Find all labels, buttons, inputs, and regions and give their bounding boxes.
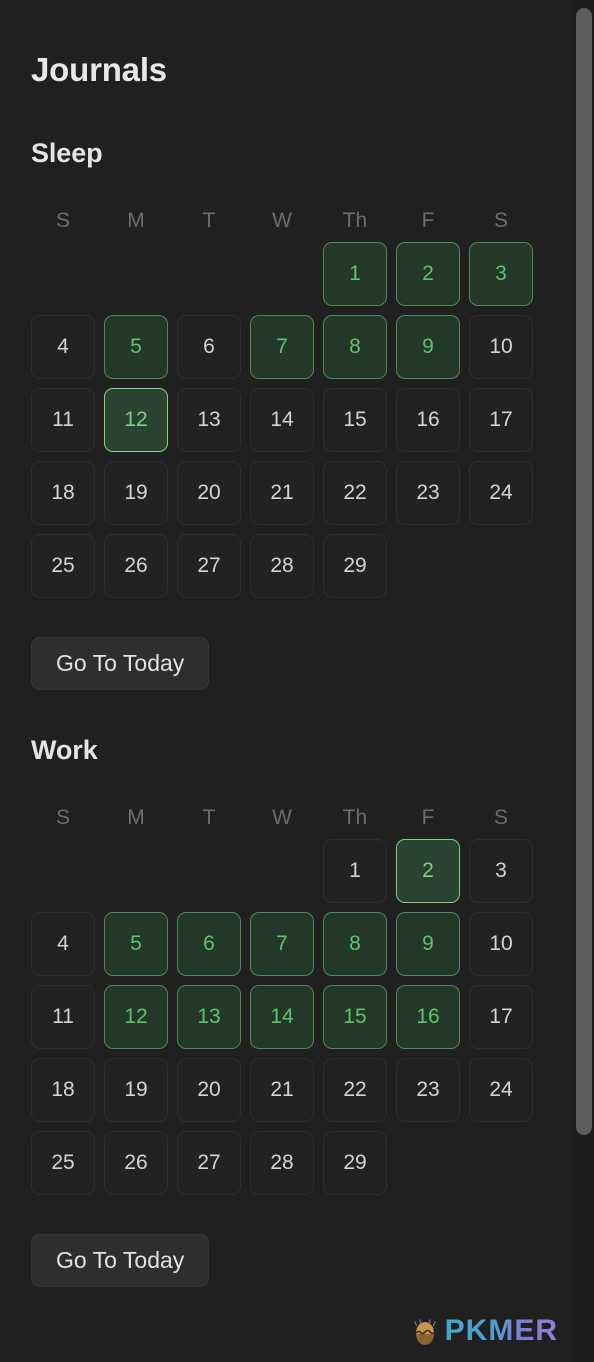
calendar-day-cell[interactable]: 22 [323,460,387,525]
journal-section-sleep: Sleep S M T W Th F S 1 2 3 4 5 6 7 8 9 10 11 12 13 14 15 16 17 18… [31,139,594,690]
calendar-day-cell[interactable]: 9 [396,911,460,976]
calendar-day-cell[interactable]: 13 [177,984,241,1049]
section-title-sleep: Sleep [31,138,103,169]
calendar-day-cell[interactable]: 21 [250,1057,314,1122]
calendar-day-cell[interactable]: 23 [396,460,460,525]
calendar-weekday-header: Th [342,208,368,232]
calendar-day-cell[interactable]: 14 [250,387,314,452]
page-title: Journals [31,51,167,88]
scrollbar-thumb[interactable] [576,8,592,1135]
calendar-empty-cell [104,242,168,306]
calendar-weekday-header: W [272,208,292,232]
calendar-empty-cell [31,839,95,903]
calendar-day-cell[interactable]: 26 [104,1130,168,1195]
calendar-day-cell[interactable]: 4 [31,911,95,976]
calendar-day-cell[interactable]: 25 [31,1130,95,1195]
calendar-day-cell[interactable]: 21 [250,460,314,525]
calendar-day-cell[interactable]: 2 [396,838,460,903]
calendar-empty-cell [250,242,314,306]
calendar-weekday-header: Th [342,805,368,829]
calendar-day-cell[interactable]: 3 [469,241,533,306]
calendar-day-cell[interactable]: 9 [396,314,460,379]
calendar-day-cell[interactable]: 15 [323,984,387,1049]
calendar-weekday-header: F [421,208,435,232]
calendar-day-cell[interactable]: 20 [177,1057,241,1122]
calendar-weekday-header: W [272,805,292,829]
calendar-day-cell[interactable]: 27 [177,1130,241,1195]
calendar-day-cell[interactable]: 25 [31,533,95,598]
calendar-work: S M T W Th F S 1 2 3 4 5 6 7 8 9 10 11 12 13 14 15 16 17 18 19 20 2… [31,806,533,1195]
calendar-day-cell[interactable]: 7 [250,911,314,976]
pkmer-watermark-text: PKMER [444,1314,558,1347]
calendar-empty-cell [177,242,241,306]
calendar-weekday-header: S [55,805,70,829]
calendar-day-cell[interactable]: 18 [31,460,95,525]
scrollbar-track[interactable] [572,0,594,1362]
calendar-day-cell[interactable]: 5 [104,911,168,976]
calendar-day-cell[interactable]: 15 [323,387,387,452]
calendar-day-cell[interactable]: 10 [469,314,533,379]
calendar-day-cell[interactable]: 24 [469,460,533,525]
go-to-today-button-sleep[interactable]: Go To Today [31,636,210,690]
calendar-day-cell[interactable]: 13 [177,387,241,452]
calendar-day-cell[interactable]: 16 [396,984,460,1049]
calendar-weekday-header: S [493,208,508,232]
calendar-day-cell[interactable]: 8 [323,911,387,976]
calendar-day-cell[interactable]: 28 [250,533,314,598]
calendar-day-cell[interactable]: 2 [396,241,460,306]
calendar-empty-cell [250,839,314,903]
calendar-day-cell[interactable]: 1 [323,838,387,903]
calendar-day-cell[interactable]: 28 [250,1130,314,1195]
journal-sections: Sleep S M T W Th F S 1 2 3 4 5 6 7 8 9 10 11 12 13 14 15 16 17 18… [31,139,594,1287]
calendar-day-cell[interactable]: 12 [104,984,168,1049]
go-to-today-wrap: Go To Today [31,636,594,690]
calendar-day-cell[interactable]: 6 [177,911,241,976]
calendar-empty-cell [31,242,95,306]
calendar-day-cell[interactable]: 20 [177,460,241,525]
journal-section-work: Work S M T W Th F S 1 2 3 4 5 6 7 8 9 10 11 12 13 14 15 16 17 18 1… [31,734,594,1287]
calendar-day-cell[interactable]: 18 [31,1057,95,1122]
calendar-day-cell[interactable]: 4 [31,314,95,379]
calendar-day-cell[interactable]: 12 [104,387,168,452]
pkmer-watermark: PKMER [409,1314,558,1348]
calendar-day-cell[interactable]: 6 [177,314,241,379]
calendar-day-cell[interactable]: 17 [469,387,533,452]
calendar-day-cell[interactable]: 26 [104,533,168,598]
calendar-day-cell[interactable]: 27 [177,533,241,598]
calendar-weekday-header: M [127,805,145,829]
journals-panel: Journals Sleep S M T W Th F S 1 2 3 4 5 6 7 8 9 10 11 12 13 1… [0,0,594,1362]
calendar-day-cell[interactable]: 5 [104,314,168,379]
go-to-today-button-work[interactable]: Go To Today [31,1233,210,1287]
calendar-day-cell[interactable]: 7 [250,314,314,379]
calendar-day-cell[interactable]: 24 [469,1057,533,1122]
calendar-weekday-header: T [202,208,216,232]
calendar-empty-cell [177,839,241,903]
calendar-weekday-header: M [127,208,145,232]
calendar-day-cell[interactable]: 23 [396,1057,460,1122]
calendar-weekday-header: S [493,805,508,829]
calendar-day-cell[interactable]: 10 [469,911,533,976]
calendar-day-cell[interactable]: 19 [104,460,168,525]
calendar-day-cell[interactable]: 29 [323,533,387,598]
calendar-day-cell[interactable]: 16 [396,387,460,452]
calendar-weekday-header: T [202,805,216,829]
calendar-day-cell[interactable]: 14 [250,984,314,1049]
calendar-day-cell[interactable]: 29 [323,1130,387,1195]
calendar-day-cell[interactable]: 19 [104,1057,168,1122]
calendar-day-cell[interactable]: 11 [31,387,95,452]
calendar-sleep: S M T W Th F S 1 2 3 4 5 6 7 8 9 10 11 12 13 14 15 16 17 18 19 20 2… [31,209,533,598]
calendar-weekday-header: F [421,805,435,829]
go-to-today-wrap: Go To Today [31,1233,594,1287]
calendar-day-cell[interactable]: 3 [469,838,533,903]
calendar-empty-cell [104,839,168,903]
calendar-day-cell[interactable]: 11 [31,984,95,1049]
calendar-day-cell[interactable]: 8 [323,314,387,379]
journals-content: Journals Sleep S M T W Th F S 1 2 3 4 5 6 7 8 9 10 11 12 13 1… [0,0,594,1287]
calendar-day-cell[interactable]: 1 [323,241,387,306]
calendar-weekday-header: S [55,208,70,232]
calendar-day-cell[interactable]: 22 [323,1057,387,1122]
egg-icon [413,1319,436,1345]
calendar-day-cell[interactable]: 17 [469,984,533,1049]
section-title-work: Work [31,734,98,765]
